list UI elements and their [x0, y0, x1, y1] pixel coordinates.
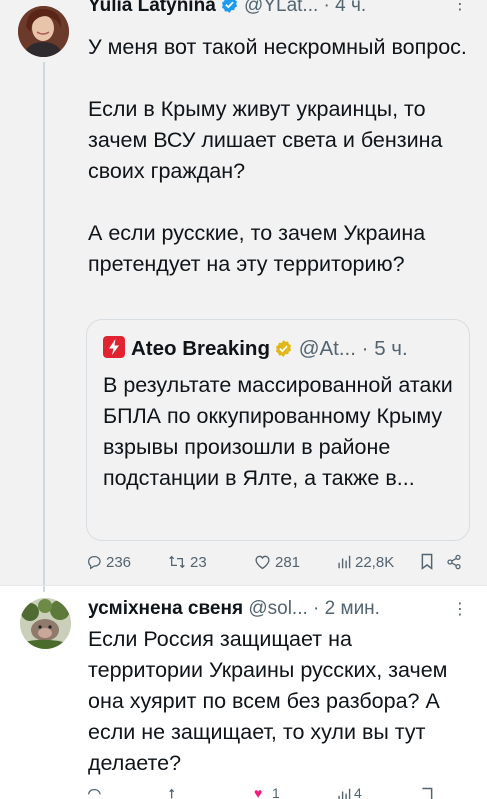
verified-gold-badge-icon [274, 337, 293, 367]
quoted-author-name[interactable]: Ateo Breaking [131, 337, 270, 360]
repost-count: 23 [190, 554, 207, 571]
lightning-logo-icon [103, 336, 125, 358]
share-icon [447, 554, 461, 570]
bookmark-button[interactable] [420, 551, 438, 575]
like-count: 281 [275, 554, 301, 571]
like-count-partial: 1 [272, 787, 280, 799]
more-options-icon[interactable]: ⋮ [452, 0, 468, 14]
verified-badge-icon [220, 0, 239, 24]
repost-icon[interactable] [168, 787, 186, 799]
tweet-paragraph: А если русские, то зачем Украина претенд… [88, 221, 426, 276]
tweet-time[interactable]: 4 ч. [335, 0, 366, 16]
bookmark-icon [421, 553, 433, 570]
share-button[interactable] [446, 551, 466, 575]
quoted-tweet-card[interactable]: Ateo Breaking @At... · 5 ч. В результате… [86, 319, 470, 541]
reply-author-name[interactable]: усміхнена свеня [88, 598, 243, 619]
separator-dot: · [313, 598, 320, 619]
reply-author-avatar[interactable] [20, 598, 71, 649]
reply-text: Если Россия защищает на территории Украи… [88, 627, 448, 775]
tweet-paragraph: У меня вот такой нескромный вопрос. [88, 35, 467, 59]
quoted-tweet-header: Ateo Breaking @At... · 5 ч. [103, 334, 408, 364]
views-count-partial: 4 [354, 787, 362, 799]
repost-button[interactable]: 23 [168, 551, 207, 575]
views-button[interactable]: 22,8K [337, 551, 394, 575]
reply-header: усміхнена свеня @sol... · 2 мин. [88, 594, 380, 624]
tweet-text: У меня вот такой нескромный вопрос. Если… [88, 32, 468, 280]
like-button[interactable]: 281 [254, 551, 300, 575]
tweet-paragraph: Если в Крыму живут украинцы, то зачем ВС… [88, 97, 443, 183]
separator-dot: · [361, 337, 369, 360]
separator-dot: · [323, 0, 330, 16]
views-count: 22,8K [355, 554, 395, 571]
heart-icon [255, 555, 270, 570]
tweet-actions-bar: 236 23 281 22,8K [86, 551, 470, 575]
author-name[interactable]: Yulia Latynina [88, 0, 216, 16]
author-handle[interactable]: @YLat... [244, 0, 318, 16]
reply-icon[interactable] [86, 787, 102, 799]
reply-count: 236 [106, 554, 132, 571]
more-options-icon[interactable]: ⋮ [452, 599, 468, 619]
repost-icon [169, 555, 185, 569]
reply-icon [88, 556, 101, 570]
main-tweet[interactable]: Yulia Latynina @YLat... · 4 ч. ⋮ У меня … [0, 0, 487, 592]
quoted-tweet-text: В результате массированной атаки БПЛА по… [103, 373, 453, 490]
author-avatar[interactable] [18, 6, 69, 57]
reply-button[interactable]: 236 [86, 551, 131, 575]
views-chart-icon[interactable] [337, 787, 351, 799]
heart-filled-icon[interactable]: ♥ [254, 787, 262, 799]
tweet-divider [0, 585, 487, 586]
reply-author-handle[interactable]: @sol... [248, 598, 307, 619]
quoted-tweet-time[interactable]: 5 ч. [374, 337, 407, 360]
quoted-author-handle[interactable]: @At... [299, 337, 356, 360]
tweet-header: Yulia Latynina @YLat... · 4 ч. [88, 0, 366, 21]
reply-time[interactable]: 2 мин. [325, 598, 380, 619]
thread-line [43, 62, 45, 592]
bookmark-icon[interactable] [420, 787, 434, 799]
views-chart-icon [338, 555, 351, 569]
reply-actions-bar-partial: ♥ 1 4 [86, 787, 470, 799]
